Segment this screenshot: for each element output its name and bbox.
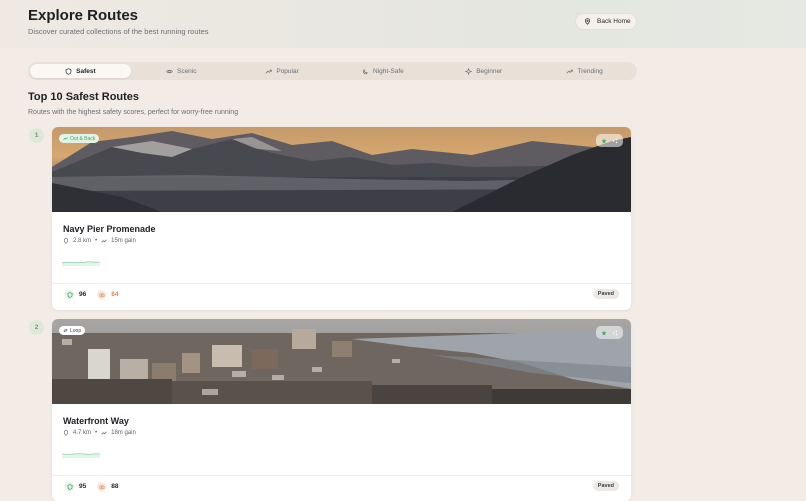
scenic-score: 88 bbox=[111, 483, 119, 490]
map-pin-icon bbox=[585, 18, 590, 25]
route-card[interactable]: Loop Waterfront Way 4.7 km • 18m gain 95… bbox=[52, 319, 631, 501]
map-pin-icon bbox=[63, 430, 69, 436]
city-photo bbox=[52, 319, 631, 404]
collection-tabs: Safest Scenic Popular Night-Safe Beginne… bbox=[28, 62, 637, 80]
card-divider bbox=[52, 475, 631, 476]
trending-icon bbox=[566, 69, 573, 73]
page-header: Explore Routes Discover curated collecti… bbox=[0, 0, 806, 48]
favorite-button[interactable] bbox=[596, 326, 623, 339]
star-icon bbox=[601, 330, 607, 335]
moon-icon bbox=[363, 68, 368, 74]
back-home-label: Back Home bbox=[597, 18, 631, 25]
card-divider bbox=[52, 283, 631, 284]
trending-icon bbox=[101, 239, 107, 243]
rank-badge: 1 bbox=[29, 128, 44, 143]
map-pin-icon bbox=[63, 238, 69, 244]
page-title: Explore Routes bbox=[28, 7, 139, 24]
route-meta: 4.7 km • 18m gain bbox=[63, 430, 136, 436]
route-photo: Out & Back bbox=[52, 127, 631, 212]
route-name: Navy Pier Promenade bbox=[63, 224, 156, 234]
tab-trending[interactable]: Trending bbox=[534, 64, 635, 78]
tab-popular[interactable]: Popular bbox=[232, 64, 333, 78]
score-row: 95 88 bbox=[65, 482, 118, 491]
scenic-score: 84 bbox=[111, 291, 119, 298]
route-gain: 18m gain bbox=[111, 430, 136, 436]
route-card[interactable]: Out & Back Navy Pier Promenade 2.8 km • … bbox=[52, 127, 631, 310]
eye-icon bbox=[166, 69, 173, 73]
score-row: 96 84 bbox=[65, 290, 118, 299]
page-subtitle: Discover curated collections of the best… bbox=[28, 27, 209, 36]
route-type-badge: Out & Back bbox=[59, 134, 100, 143]
route-distance: 4.7 km bbox=[73, 430, 92, 436]
share-icon bbox=[612, 138, 617, 143]
section-title: Top 10 Safest Routes bbox=[28, 91, 140, 103]
tab-label: Safest bbox=[76, 67, 96, 75]
surface-badge: Paved bbox=[592, 289, 619, 299]
route-meta: 2.8 km • 15m gain bbox=[63, 238, 136, 244]
tab-label: Beginner bbox=[476, 67, 503, 75]
route-name: Waterfront Way bbox=[63, 416, 129, 426]
tab-scenic[interactable]: Scenic bbox=[131, 64, 232, 78]
safety-score: 95 bbox=[79, 483, 87, 490]
tab-label: Popular bbox=[276, 67, 299, 75]
tab-label: Night-Safe bbox=[373, 67, 404, 75]
elevation-sparkline bbox=[62, 453, 100, 458]
route-type-label: Out & Back bbox=[70, 135, 96, 142]
tab-safest[interactable]: Safest bbox=[30, 64, 131, 78]
shield-icon bbox=[65, 290, 74, 299]
back-home-button[interactable]: Back Home bbox=[575, 13, 637, 30]
tab-label: Trending bbox=[577, 67, 603, 75]
route-gain: 15m gain bbox=[111, 238, 136, 244]
meta-separator: • bbox=[95, 238, 98, 244]
section-subtitle: Routes with the highest safety scores, p… bbox=[28, 109, 239, 116]
surface-badge: Paved bbox=[592, 481, 619, 491]
star-icon bbox=[601, 138, 607, 143]
trending-icon bbox=[101, 431, 107, 435]
share-icon bbox=[612, 330, 617, 335]
tab-label: Scenic bbox=[176, 67, 197, 75]
trending-icon bbox=[265, 69, 273, 73]
safety-score: 96 bbox=[79, 291, 87, 298]
elevation-sparkline bbox=[62, 261, 100, 266]
camera-icon bbox=[97, 290, 107, 299]
tab-night-safe[interactable]: Night-Safe bbox=[332, 64, 433, 78]
route-photo: Loop bbox=[52, 319, 631, 404]
route-type-badge: Loop bbox=[59, 326, 86, 335]
rank-badge: 2 bbox=[29, 320, 44, 335]
route-distance: 2.8 km bbox=[73, 238, 92, 244]
loop-icon bbox=[63, 329, 68, 332]
tab-beginner[interactable]: Beginner bbox=[433, 64, 534, 78]
shield-icon bbox=[65, 482, 74, 491]
trending-icon bbox=[63, 137, 68, 140]
favorite-button[interactable] bbox=[596, 134, 623, 147]
camera-icon bbox=[97, 482, 107, 491]
route-type-label: Loop bbox=[70, 327, 82, 334]
meta-separator: • bbox=[95, 430, 98, 436]
sparkle-icon bbox=[465, 67, 473, 75]
shield-icon bbox=[65, 67, 72, 75]
mountain-photo bbox=[52, 127, 631, 212]
